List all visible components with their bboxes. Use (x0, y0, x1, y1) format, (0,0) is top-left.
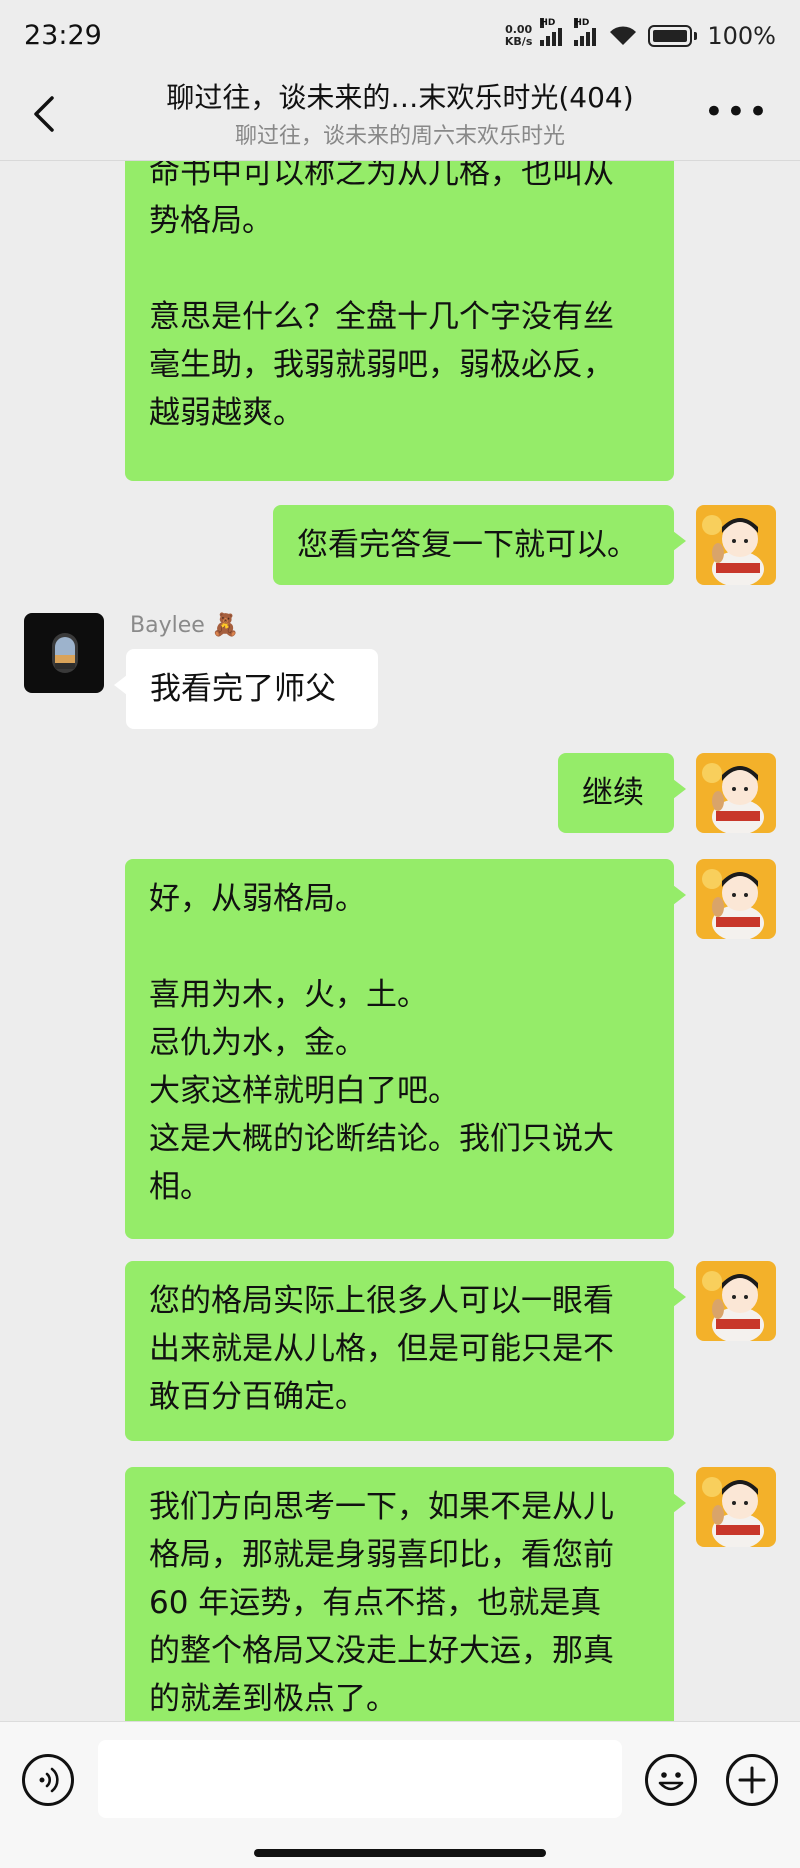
message-text-line: 大家这样就明白了吧。 (149, 1073, 459, 1109)
message-text-line: 您的格局实际上很多人可以一眼看 (149, 1283, 614, 1319)
message-text-line: 命书中可以称之为从儿格，也叫从 (149, 161, 614, 191)
chat-title: 聊过往，谈未来的…末欢乐时光(404) (166, 81, 634, 114)
sender-name: Baylee 🧸 (130, 613, 240, 638)
message-bubble-other[interactable]: 我看完了师父 (114, 649, 378, 729)
message-text-line: 格局，那就是身弱喜印比，看您前 (149, 1537, 614, 1573)
network-speed: 0.00 KB/s (505, 24, 532, 48)
status-icons: 0.00 KB/s HD HD 100% (505, 18, 776, 50)
avatar-me[interactable] (696, 1261, 776, 1341)
status-time: 23:29 (24, 20, 102, 51)
avatar-me[interactable] (696, 753, 776, 833)
wifi-icon (610, 26, 637, 45)
chat-header: 聊过往，谈未来的…末欢乐时光(404) 聊过往，谈未来的周六末欢乐时光 ••• (0, 72, 800, 161)
home-indicator[interactable] (254, 1849, 546, 1857)
message-text-line: 我们方向思考一下，如果不是从儿 (149, 1489, 614, 1525)
message-text-line (149, 923, 650, 971)
message-text-line: 毫生助，我弱就弱吧，弱极必反， (149, 347, 614, 383)
more-actions-button[interactable] (726, 1754, 778, 1806)
message-text-line: 出来就是从儿格，但是可能只是不 (149, 1331, 614, 1367)
emoji-button[interactable] (645, 1754, 697, 1806)
message-text-line: 好，从弱格局。 (149, 881, 366, 917)
chat-subtitle: 聊过往，谈未来的周六末欢乐时光 (234, 124, 565, 149)
battery-level: 100% (707, 22, 776, 50)
message-bubble-me[interactable]: 您的格局实际上很多人可以一眼看 出来就是从儿格，但是可能只是不 敢百分百确定。 (125, 1261, 686, 1441)
chat-message-list[interactable]: 命书中可以称之为从儿格，也叫从 势格局。 意思是什么？全盘十几个字没有丝 毫生助… (0, 161, 800, 1721)
window-photo-avatar-icon (24, 613, 104, 693)
message-text-line: 继续 (582, 775, 644, 811)
message-text-line: 这是大概的论断结论。我们只说大 (149, 1121, 614, 1157)
message-input[interactable] (98, 1740, 622, 1818)
message-bubble-me[interactable]: 您看完答复一下就可以。 (273, 505, 686, 585)
avatar-baylee[interactable] (24, 613, 104, 693)
signal-icon-2: HD (574, 18, 597, 46)
message-text-line: 喜用为木，火，土。 (149, 977, 428, 1013)
plus-icon (738, 1766, 766, 1794)
emoji-icon (658, 1772, 684, 1791)
voice-icon (39, 1767, 59, 1793)
message-text-line: 越弱越爽。 (149, 395, 304, 431)
message-bubble-me[interactable]: 继续 (558, 753, 686, 833)
message-bubble-me[interactable]: 命书中可以称之为从儿格，也叫从 势格局。 意思是什么？全盘十几个字没有丝 毫生助… (125, 161, 674, 481)
battery-tip-icon (694, 32, 698, 40)
status-bar: 23:29 0.00 KB/s HD HD 100% (0, 0, 800, 72)
signal-2-label: HD (574, 18, 590, 28)
signal-1-label: HD (540, 18, 556, 28)
message-text-line: 60 年运势，有点不搭，也就是真 (149, 1585, 602, 1621)
message-text-line: 我看完了师父 (150, 671, 336, 707)
monk-avatar-icon (696, 859, 776, 939)
message-text-line: 敢百分百确定。 (149, 1379, 366, 1415)
network-speed-unit: KB/s (504, 35, 533, 48)
avatar-me[interactable] (696, 859, 776, 939)
avatar-me[interactable] (696, 505, 776, 585)
monk-avatar-icon (696, 1261, 776, 1341)
monk-avatar-icon (696, 505, 776, 585)
battery-icon (648, 25, 693, 47)
message-text-line: 您看完答复一下就可以。 (297, 527, 638, 563)
signal-icon-1: HD (540, 18, 563, 46)
message-text-line: 意思是什么？全盘十几个字没有丝 (149, 299, 614, 335)
back-arrow-icon[interactable] (26, 94, 66, 134)
input-bar (0, 1721, 800, 1868)
message-text-line: 的就差到极点了。 (149, 1681, 397, 1717)
message-text-line: 的整个格局又没走上好大运，那真 (149, 1633, 614, 1669)
more-icon[interactable]: ••• (704, 95, 770, 129)
message-text-line: 忌仇为水，金。 (149, 1025, 366, 1061)
message-text-line: 势格局。 (149, 203, 273, 239)
monk-avatar-icon (696, 753, 776, 833)
message-bubble-me[interactable]: 我们方向思考一下，如果不是从儿 格局，那就是身弱喜印比，看您前 60 年运势，有… (125, 1467, 686, 1721)
voice-input-button[interactable] (22, 1754, 74, 1806)
message-text-line (149, 245, 650, 293)
message-bubble-me[interactable]: 好，从弱格局。 喜用为木，火，土。 忌仇为水，金。 大家这样就明白了吧。 这是大… (125, 859, 686, 1239)
monk-avatar-icon (696, 1467, 776, 1547)
message-text-line: 相。 (149, 1169, 211, 1205)
avatar-me[interactable] (696, 1467, 776, 1547)
